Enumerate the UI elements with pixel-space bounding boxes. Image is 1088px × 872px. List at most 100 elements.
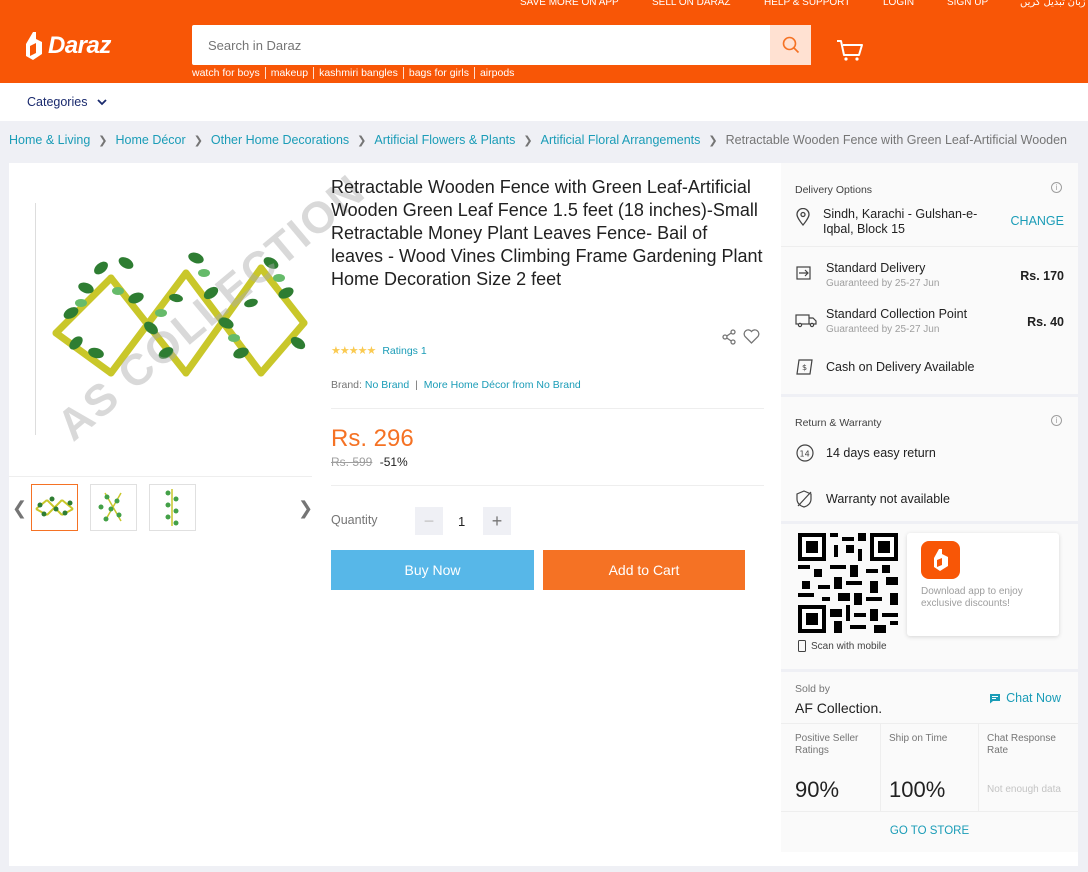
quantity-decrease-button[interactable]: −	[415, 507, 443, 535]
go-to-store-link[interactable]: GO TO STORE	[781, 825, 1078, 837]
buy-now-button[interactable]: Buy Now	[331, 550, 534, 590]
quantity-value[interactable]: 1	[458, 514, 465, 529]
collection-point-label: Standard Collection Point	[826, 307, 968, 321]
logo-text: Daraz	[48, 32, 111, 59]
seller-metric: Chat Response Rate Not enough data	[979, 723, 1078, 811]
original-price-row: Rs. 599 -51%	[331, 455, 408, 469]
discount-badge: -51%	[379, 455, 408, 469]
ratings-link[interactable]: Ratings 1	[382, 345, 426, 357]
thumbnail[interactable]	[90, 484, 137, 531]
return-policy: 14 days easy return	[826, 446, 936, 460]
suggestion-link[interactable]: bags for girls	[402, 67, 474, 79]
brand-row: Brand: No Brand | More Home Décor from N…	[331, 379, 581, 391]
metric-label: Ship on Time	[889, 733, 948, 744]
breadcrumb-link[interactable]: Home & Living	[9, 133, 90, 147]
breadcrumb-link[interactable]: Artificial Flowers & Plants	[374, 133, 515, 147]
top-nav-help-support[interactable]: HELP & SUPPORT	[764, 0, 850, 8]
share-button[interactable]	[721, 329, 737, 350]
seller-name[interactable]: AF Collection.	[795, 700, 882, 716]
search-bar	[192, 25, 811, 65]
product-gallery: AS COLLECTION	[9, 163, 375, 476]
divider: |	[415, 379, 418, 391]
standard-delivery-guarantee: Guaranteed by 25-27 Jun	[826, 278, 940, 289]
info-icon[interactable]: i	[1051, 415, 1062, 426]
metric-value: 100%	[889, 777, 946, 802]
search-button[interactable]	[770, 25, 811, 65]
standard-delivery-label: Standard Delivery	[826, 261, 926, 275]
app-promo-text: Download app to enjoy exclusive discount…	[921, 586, 1023, 609]
brand-link[interactable]: No Brand	[365, 379, 409, 391]
chevron-right-icon: ❯	[708, 134, 718, 147]
wishlist-button[interactable]	[743, 329, 760, 349]
top-nav-login[interactable]: LOGIN	[883, 0, 914, 8]
product-price: Rs. 296	[331, 425, 414, 452]
cash-icon: $	[796, 359, 813, 375]
delivery-location: Sindh, Karachi - Gulshan-e-Iqbal, Block …	[823, 207, 978, 236]
top-nav-sell-on-daraz[interactable]: SELL ON DARAZ	[652, 0, 731, 8]
scan-label: Scan with mobile	[811, 640, 887, 652]
chat-now-button[interactable]: Chat Now	[989, 691, 1061, 705]
breadcrumb-current: Retractable Wooden Fence with Green Leaf…	[725, 133, 1068, 147]
collection-point-price: Rs. 40	[1027, 315, 1064, 329]
thumbnail[interactable]	[31, 484, 78, 531]
top-nav-language[interactable]: زبان تبدیل کریں	[1020, 0, 1086, 8]
suggestion-link[interactable]: watch for boys	[192, 67, 265, 79]
divider	[781, 521, 1078, 524]
suggestion-link[interactable]: airpods	[473, 67, 519, 79]
chat-now-label: Chat Now	[1006, 691, 1061, 705]
chevron-right-icon[interactable]: ❯	[298, 498, 313, 519]
breadcrumb-link[interactable]: Artificial Floral Arrangements	[541, 133, 701, 147]
breadcrumb-link[interactable]: Other Home Decorations	[211, 133, 349, 147]
daraz-app-icon	[921, 541, 960, 579]
divider	[781, 246, 1078, 247]
star-rating-icon: ★★★★★	[331, 345, 376, 357]
gallery-divider	[9, 476, 312, 477]
top-nav: SAVE MORE ON APP SELL ON DARAZ HELP & SU…	[0, 0, 1088, 11]
breadcrumb-link[interactable]: Home Décor	[116, 133, 186, 147]
top-nav-save-more-on-app[interactable]: SAVE MORE ON APP	[520, 0, 619, 8]
site-header: SAVE MORE ON APP SELL ON DARAZ HELP & SU…	[0, 0, 1088, 83]
thumbnail[interactable]	[149, 484, 196, 531]
info-icon[interactable]: i	[1051, 182, 1062, 193]
metric-value: 90%	[795, 777, 840, 802]
chevron-left-icon[interactable]: ❮	[12, 498, 27, 519]
quantity-increase-button[interactable]: +	[483, 507, 511, 535]
chevron-down-icon	[97, 98, 108, 105]
divider	[331, 485, 764, 486]
standard-delivery-price: Rs. 170	[1020, 269, 1064, 283]
change-location-link[interactable]: CHANGE	[1011, 214, 1064, 228]
daraz-logo[interactable]: Daraz	[24, 30, 111, 62]
chevron-right-icon: ❯	[98, 134, 108, 147]
categories-label: Categories	[27, 95, 88, 109]
metric-label: Positive Seller Ratings	[795, 733, 859, 756]
rating-row: ★★★★★ Ratings 1	[331, 344, 427, 358]
brand-label: Brand:	[331, 379, 362, 391]
add-to-cart-button[interactable]: Add to Cart	[543, 550, 745, 590]
categories-menu[interactable]: Categories	[27, 95, 108, 109]
return-icon: 14	[796, 444, 814, 462]
cart-button[interactable]	[836, 38, 864, 67]
chevron-right-icon: ❯	[193, 134, 203, 147]
warranty-status: Warranty not available	[826, 492, 950, 506]
breadcrumb: Home & Living ❯ Home Décor ❯ Other Home …	[9, 133, 1067, 147]
cash-on-delivery-label: Cash on Delivery Available	[826, 360, 975, 374]
chevron-right-icon: ❯	[523, 134, 533, 147]
search-icon	[782, 36, 799, 54]
return-warranty-heading: Return & Warranty	[795, 417, 882, 429]
qr-code	[798, 533, 898, 633]
warranty-shield-icon	[796, 490, 812, 508]
original-price: Rs. 599	[331, 455, 373, 469]
chat-icon	[990, 693, 1001, 703]
top-nav-signup[interactable]: SIGN UP	[947, 0, 988, 8]
phone-icon	[798, 640, 806, 652]
suggestion-link[interactable]: makeup	[264, 67, 313, 79]
app-promo-card[interactable]: Download app to enjoy exclusive discount…	[907, 533, 1059, 636]
search-input[interactable]	[192, 25, 770, 65]
divider	[781, 811, 1078, 812]
location-pin-icon	[796, 208, 810, 226]
divider	[331, 408, 764, 409]
product-title: Retractable Wooden Fence with Green Leaf…	[331, 177, 763, 289]
more-from-brand-link[interactable]: More Home Décor from No Brand	[424, 379, 581, 391]
suggestion-link[interactable]: kashmiri bangles	[313, 67, 403, 79]
truck-icon	[795, 314, 817, 328]
